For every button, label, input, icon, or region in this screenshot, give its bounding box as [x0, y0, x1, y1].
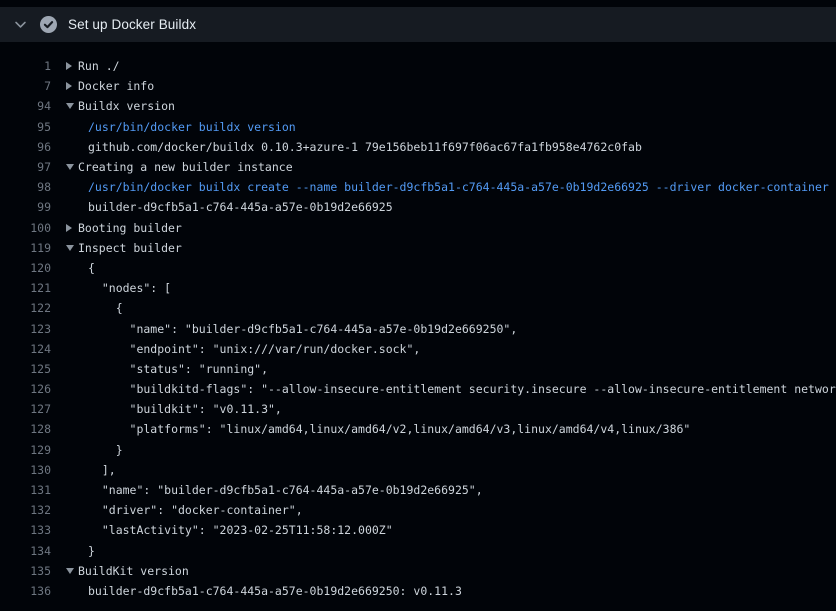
log-line: 133 "lastActivity": "2023-02-25T11:58:12…: [0, 520, 836, 540]
output-text: "platforms": "linux/amd64,linux/amd64/v2…: [88, 422, 690, 436]
output-text: builder-d9cfb5a1-c764-445a-a57e-0b19d2e6…: [88, 200, 393, 214]
line-number-link[interactable]: 127: [0, 402, 51, 416]
chevron-down-icon[interactable]: [13, 18, 27, 32]
output-text: }: [88, 443, 123, 457]
output-text: "buildkitd-flags": "--allow-insecure-ent…: [88, 382, 836, 396]
log-line: 121 "nodes": [: [0, 278, 836, 298]
line-number-link[interactable]: 136: [0, 584, 51, 598]
line-number-link[interactable]: 126: [0, 382, 51, 396]
log-line: 136 builder-d9cfb5a1-c764-445a-a57e-0b19…: [0, 581, 836, 601]
output-text: "status": "running",: [88, 362, 268, 376]
line-number-link[interactable]: 94: [0, 99, 51, 113]
triangle-right-icon: [66, 222, 78, 234]
group-title: Buildx version: [78, 99, 175, 113]
output-text: ],: [88, 463, 116, 477]
line-number-link[interactable]: 129: [0, 443, 51, 457]
line-number-link[interactable]: 122: [0, 301, 51, 315]
group-title: Booting builder: [78, 221, 182, 235]
triangle-down-icon: [66, 242, 78, 254]
log-line: 130 ],: [0, 460, 836, 480]
output-text: github.com/docker/buildx 0.10.3+azure-1 …: [88, 140, 642, 154]
group-title: Run ./: [78, 59, 120, 73]
line-number-link[interactable]: 98: [0, 180, 51, 194]
group-title: BuildKit version: [78, 564, 189, 578]
line-number-link[interactable]: 99: [0, 200, 51, 214]
log-line[interactable]: 135 BuildKit version: [0, 561, 836, 581]
line-number-link[interactable]: 133: [0, 523, 51, 537]
line-number-link[interactable]: 100: [0, 221, 51, 235]
line-number-link[interactable]: 121: [0, 281, 51, 295]
line-number-link[interactable]: 97: [0, 160, 51, 174]
log-line[interactable]: 97 Creating a new builder instance: [0, 157, 836, 177]
line-number-link[interactable]: 119: [0, 241, 51, 255]
triangle-right-icon: [66, 60, 78, 72]
log-line: 95 /usr/bin/docker buildx version: [0, 117, 836, 137]
triangle-down-icon: [66, 161, 78, 173]
output-text: "endpoint": "unix:///var/run/docker.sock…: [88, 342, 420, 356]
triangle-down-icon: [66, 565, 78, 577]
log-line[interactable]: 1 Run ./: [0, 56, 836, 76]
line-number-link[interactable]: 125: [0, 362, 51, 376]
log-line[interactable]: 94 Buildx version: [0, 96, 836, 116]
log-line: 122 {: [0, 298, 836, 318]
output-text: builder-d9cfb5a1-c764-445a-a57e-0b19d2e6…: [88, 584, 462, 598]
log-line[interactable]: 119 Inspect builder: [0, 238, 836, 258]
output-text: }: [88, 544, 95, 558]
triangle-down-icon: [66, 100, 78, 112]
step-title: Set up Docker Buildx: [68, 17, 196, 32]
command-text: /usr/bin/docker buildx create --name bui…: [88, 180, 829, 194]
group-title: Docker info: [78, 79, 154, 93]
log-line: 124 "endpoint": "unix:///var/run/docker.…: [0, 339, 836, 359]
output-text: "name": "builder-d9cfb5a1-c764-445a-a57e…: [88, 322, 517, 336]
log-line: 129 }: [0, 440, 836, 460]
output-text: "name": "builder-d9cfb5a1-c764-445a-a57e…: [88, 483, 483, 497]
output-text: "nodes": [: [88, 281, 171, 295]
line-number-link[interactable]: 124: [0, 342, 51, 356]
log-line: 126 "buildkitd-flags": "--allow-insecure…: [0, 379, 836, 399]
output-text: "buildkit": "v0.11.3",: [88, 402, 282, 416]
check-circle-icon: [40, 16, 57, 33]
log-line: 127 "buildkit": "v0.11.3",: [0, 399, 836, 419]
line-number-link[interactable]: 1: [0, 59, 51, 73]
line-number-link[interactable]: 120: [0, 261, 51, 275]
group-title: Creating a new builder instance: [78, 160, 293, 174]
line-number-link[interactable]: 128: [0, 422, 51, 436]
log-line: 131 "name": "builder-d9cfb5a1-c764-445a-…: [0, 480, 836, 500]
log-line: 99 builder-d9cfb5a1-c764-445a-a57e-0b19d…: [0, 197, 836, 217]
line-number-link[interactable]: 7: [0, 79, 51, 93]
line-number-link[interactable]: 123: [0, 322, 51, 336]
output-text: "lastActivity": "2023-02-25T11:58:12.000…: [88, 523, 393, 537]
command-text: /usr/bin/docker buildx version: [88, 120, 296, 134]
line-number-link[interactable]: 96: [0, 140, 51, 154]
log-line: 120 {: [0, 258, 836, 278]
line-number-link[interactable]: 134: [0, 544, 51, 558]
log-line: 125 "status": "running",: [0, 359, 836, 379]
line-number-link[interactable]: 95: [0, 120, 51, 134]
log-line: 128 "platforms": "linux/amd64,linux/amd6…: [0, 419, 836, 439]
line-number-link[interactable]: 135: [0, 564, 51, 578]
log-line: 132 "driver": "docker-container",: [0, 500, 836, 520]
log-area: 1 Run ./ 7 Docker info 94 Buildx version…: [0, 42, 836, 601]
line-number-link[interactable]: 130: [0, 463, 51, 477]
log-line[interactable]: 7 Docker info: [0, 76, 836, 96]
line-number-link[interactable]: 132: [0, 503, 51, 517]
output-text: {: [88, 301, 123, 315]
step-header[interactable]: Set up Docker Buildx: [0, 7, 836, 42]
triangle-right-icon: [66, 80, 78, 92]
log-line: 98 /usr/bin/docker buildx create --name …: [0, 177, 836, 197]
output-text: {: [88, 261, 95, 275]
log-line: 123 "name": "builder-d9cfb5a1-c764-445a-…: [0, 318, 836, 338]
output-text: "driver": "docker-container",: [88, 503, 303, 517]
line-number-link[interactable]: 131: [0, 483, 51, 497]
log-line: 134 }: [0, 541, 836, 561]
log-line[interactable]: 100 Booting builder: [0, 218, 836, 238]
log-line: 96 github.com/docker/buildx 0.10.3+azure…: [0, 137, 836, 157]
group-title: Inspect builder: [78, 241, 182, 255]
